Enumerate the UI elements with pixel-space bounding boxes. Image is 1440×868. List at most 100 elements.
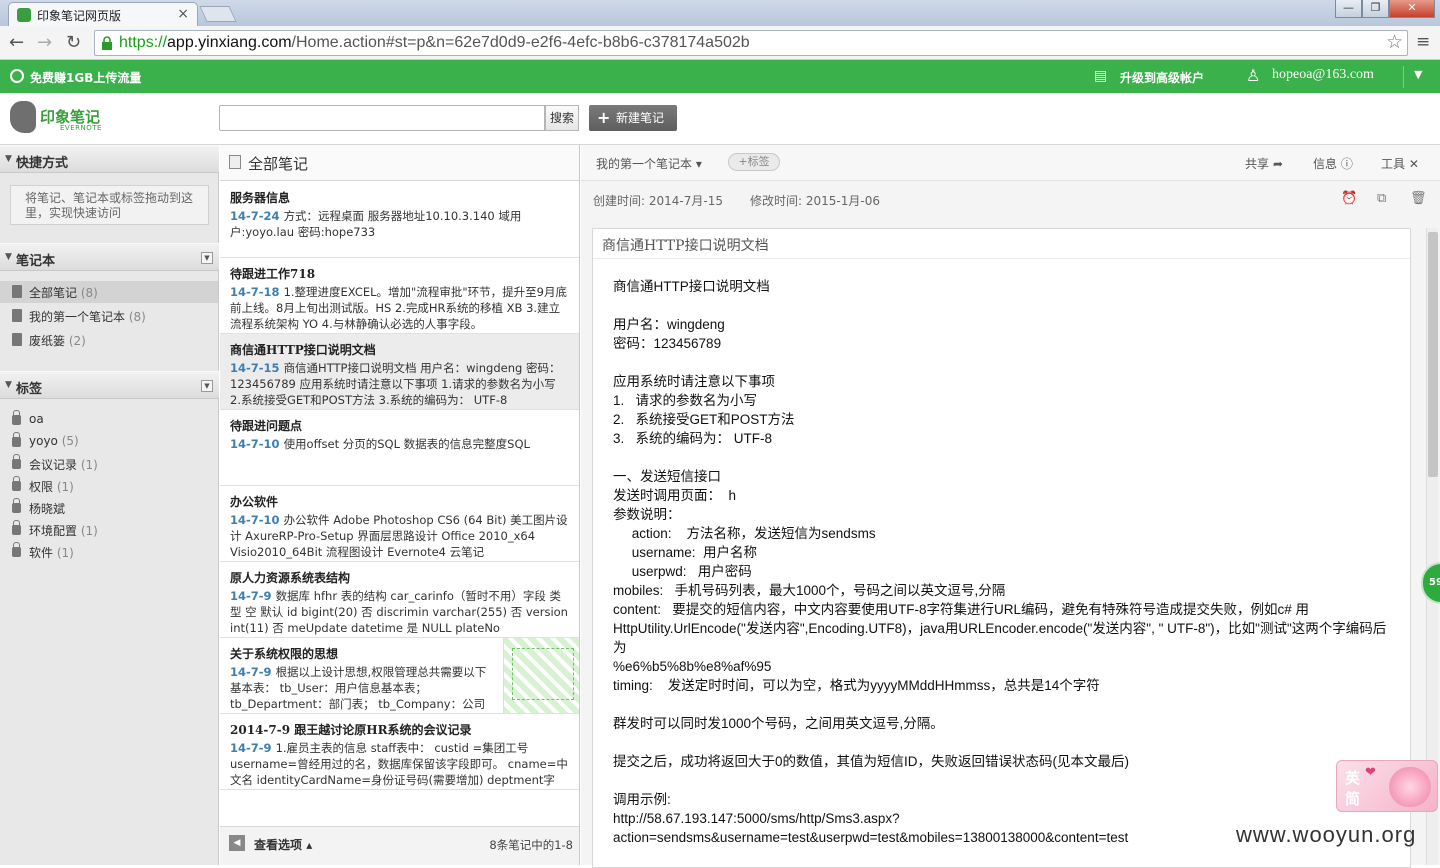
note-count: 8条笔记中的1-8 (489, 838, 573, 852)
tag-item[interactable]: 软件 (1) (0, 541, 218, 563)
tools-button[interactable]: 工具 ✕ (1381, 155, 1419, 172)
note-item[interactable]: 待跟进问题点 14-7-10 使用offset 分页的SQL 数据表的信息完整度S… (220, 410, 579, 486)
fullscreen-icon[interactable]: ⧉ (1377, 191, 1391, 206)
note-item[interactable]: 待跟进工作718 14-7-18 1.整理进度EXCEL。增加"流程审批"环节，提… (220, 258, 579, 334)
url-scheme: https:// (119, 34, 168, 51)
tag-item[interactable]: 权限 (1) (0, 475, 218, 497)
browser-tab-bar: 印象笔记网页版 × — ❐ ✕ (0, 0, 1440, 26)
note-body[interactable]: 商信通HTTP接口说明文档 用户名：wingdeng 密码：123456789 应用系… (613, 277, 1393, 847)
bookmark-star-icon[interactable]: ☆ (1386, 31, 1403, 53)
tag-label: 权限 (1) (29, 480, 74, 494)
sidebar-item-label: 废纸篓 (2) (29, 334, 86, 348)
back-arrow-icon[interactable]: ← (9, 32, 24, 53)
note-list: 全部笔记 服务器信息 14-7-24 方式：远程桌面 服务器地址10.10.3.1… (220, 145, 580, 865)
info-button[interactable]: 信息 ⓘ (1313, 155, 1353, 172)
note-body-line: 一、发送短信接口 (613, 469, 721, 484)
note-title: 关于系统权限的思想 (230, 647, 339, 661)
add-tag-button[interactable]: +标签 (728, 153, 780, 171)
view-options-button[interactable]: 查看选项 ▴ (254, 836, 312, 853)
notebooks-menu-icon[interactable]: ▼ (201, 252, 213, 264)
tab-close-icon[interactable]: × (177, 6, 189, 22)
note-title-field[interactable]: 商信通HTTP接口说明文档 (593, 229, 1410, 259)
promo-link[interactable]: 免费赚1GB上传流量 (30, 69, 141, 86)
note-snippet: 14-7-24 方式：远程桌面 服务器地址10.10.3.140 域用户:yoyo… (230, 209, 522, 239)
gift-icon (10, 69, 24, 83)
maximize-button[interactable]: ❐ (1362, 0, 1389, 18)
share-button[interactable]: 共享 ➦ (1245, 155, 1283, 172)
search-input[interactable] (219, 105, 545, 131)
premium-icon: ▤ (1094, 68, 1108, 84)
note-item[interactable]: 关于系统权限的思想 14-7-9 根据以上设计思想,权限管理总共需要以下基本表： … (220, 638, 579, 714)
browser-tab[interactable]: 印象笔记网页版 × (8, 2, 198, 26)
collapse-triangle-icon: ▼ (5, 380, 12, 390)
note-metadata: 创建时间: 2014-7月-15 修改时间: 2015-1月-06 ⏰ ⧉ 🗑 (581, 181, 1440, 217)
url-text: https://app.yinxiang.com/Home.action#st=… (119, 34, 750, 52)
address-bar[interactable]: https://app.yinxiang.com/Home.action#st=… (94, 30, 1408, 56)
close-window-button[interactable]: ✕ (1389, 0, 1435, 18)
note-item-selected[interactable]: 商信通HTTP接口说明文档 14-7-15 商信通HTTP接口说明文档 用户名：w… (220, 334, 579, 410)
sidebar-item-notebook[interactable]: 我的第一个笔记本 (8) (0, 305, 218, 327)
note-item[interactable]: 服务器信息 14-7-24 方式：远程桌面 服务器地址10.10.3.140 域用… (220, 182, 579, 258)
note-editor: 我的第一个笔记本 ▾ +标签 共享 ➦ 信息 ⓘ 工具 ✕ 创建时间: 2014… (581, 145, 1440, 868)
tag-item[interactable]: 环境配置 (1) (0, 519, 218, 541)
note-title: 2014-7-9 跟王越讨论原HR系统的会议记录 (230, 723, 472, 737)
delete-icon[interactable]: 🗑 (1410, 191, 1427, 206)
search-button[interactable]: 搜索 (545, 105, 579, 131)
tag-item[interactable]: 杨晓斌 (0, 497, 218, 519)
ime-status-widget[interactable]: 英 ❤ 简 (1336, 760, 1438, 812)
note-body-line: 3. 系统的编码为： UTF-8 (613, 431, 773, 446)
shortcuts-header[interactable]: ▼ 快捷方式 (0, 145, 219, 173)
tag-icon (12, 432, 21, 447)
note-snippet: 14-7-15 商信通HTTP接口说明文档 用户名：wingdeng 密码：123… (230, 361, 561, 407)
new-tab-button[interactable] (199, 6, 237, 22)
note-body-line: username: 用户名称 (613, 545, 758, 560)
modified-date: 修改时间: 2015-1月-06 (750, 194, 880, 208)
note-title: 服务器信息 (230, 191, 291, 205)
note-item[interactable]: 2014-7-9 跟王越讨论原HR系统的会议记录 14-7-9 1.雇员主表的信息… (220, 714, 579, 790)
plus-icon: + (597, 108, 611, 127)
note-title: 原人力资源系统表结构 (230, 571, 351, 585)
tag-icon (12, 498, 21, 513)
tags-menu-icon[interactable]: ▼ (201, 380, 213, 392)
sidebar-item-label: 全部笔记 (8) (29, 286, 98, 300)
note-body-line (613, 448, 1393, 467)
user-account[interactable]: hopeoa@163.com (1272, 67, 1374, 83)
note-body-line: 1. 请求的参数名为小写 (613, 393, 758, 408)
sidebar-item-all-notes[interactable]: 全部笔记 (8) (0, 281, 218, 303)
tags-header-label: 标签 (16, 382, 43, 397)
reload-icon[interactable]: ↻ (66, 32, 81, 53)
note-snippet: 14-7-10 办公软件 Adobe Photoshop CS6 (64 Bit)… (230, 513, 568, 559)
note-body-line: 商信通HTTP接口说明文档 (613, 279, 770, 294)
top-bar: 免费赚1GB上传流量 ▤ 升级到高级帐户 ♙ hopeoa@163.com ▼ (0, 60, 1440, 93)
shortcuts-drop-area[interactable]: 将笔记、笔记本或标签拖动到这里，实现快速访问 (10, 185, 209, 225)
tag-item[interactable]: 会议记录 (1) (0, 453, 218, 475)
lock-icon (102, 36, 112, 50)
browser-toolbar: ← → ↻ https://app.yinxiang.com/Home.acti… (0, 26, 1440, 60)
tag-label: 会议记录 (1) (29, 458, 98, 472)
note-item[interactable]: 办公软件 14-7-10 办公软件 Adobe Photoshop CS6 (64… (220, 486, 579, 562)
new-note-button[interactable]: + 新建笔记 (589, 105, 677, 131)
tags-header[interactable]: ▼ 标签 ▼ (0, 371, 219, 399)
account-dropdown-icon[interactable]: ▼ (1414, 68, 1422, 81)
browser-menu-icon[interactable]: ≡ (1416, 32, 1432, 52)
note-item[interactable]: 原人力资源系统表结构 14-7-9 数据库 hfhr 表的结构 car_carin… (220, 562, 579, 638)
note-list-header: 全部笔记 (220, 145, 579, 181)
upgrade-link[interactable]: 升级到高级帐户 (1120, 69, 1204, 86)
note-title: 待跟进工作718 (230, 267, 316, 281)
reminder-icon[interactable]: ⏰ (1341, 191, 1357, 206)
note-body-line: 2. 系统接受GET和POST方法 (613, 412, 795, 427)
note-body-line: 群发时可以同时发1000个号码，之间用英文逗号,分隔。 (613, 716, 944, 731)
minimize-button[interactable]: — (1335, 0, 1362, 18)
scrollbar-thumb[interactable] (1428, 232, 1438, 477)
tag-item[interactable]: yoyo (5) (0, 431, 218, 453)
sidebar-item-trash[interactable]: 废纸篓 (2) (0, 329, 218, 351)
note-list-title: 全部笔记 (248, 155, 309, 173)
evernote-elephant-icon (10, 101, 36, 133)
forward-arrow-icon[interactable]: → (37, 32, 52, 53)
collapse-list-icon[interactable]: ◀ (229, 835, 245, 851)
note-content-area[interactable]: 商信通HTTP接口说明文档 商信通HTTP接口说明文档 用户名：wingdeng 密… (592, 228, 1411, 868)
tag-item[interactable]: oa (0, 409, 218, 431)
logo-subtitle: EVERNOTE (60, 124, 102, 132)
notebook-selector[interactable]: 我的第一个笔记本 ▾ (596, 155, 702, 172)
notebooks-header[interactable]: ▼ 笔记本 ▼ (0, 243, 219, 271)
